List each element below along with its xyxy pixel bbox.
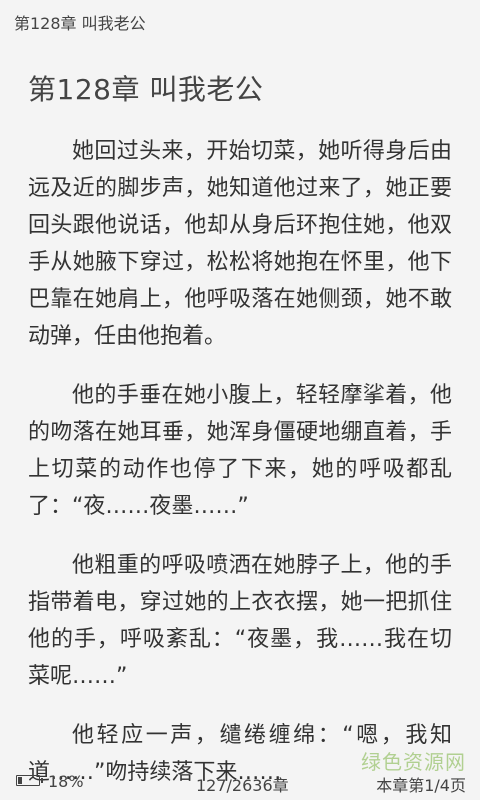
battery-percent: 18% — [48, 772, 84, 791]
page-in-chapter: 本章第1/4页 — [376, 776, 466, 795]
battery-fill — [18, 777, 22, 784]
paragraph: 他粗重的呼吸喷洒在她脖子上，他的手指带着电，穿过她的上衣衣摆，她一把抓住他的手，… — [28, 553, 452, 689]
paragraph: 她回过头来，开始切菜，她听得身后由远及近的脚步声，她知道他过来了，她正要回头跟他… — [28, 139, 452, 349]
battery-icon — [16, 775, 43, 786]
paragraph: 他的手垂在她小腹上，轻轻摩挲着，他的吻落在她耳垂，她浑身僵硬地绷直着，手上切菜的… — [28, 383, 452, 519]
chapter-progress: 127/2636章 — [196, 776, 289, 795]
chapter-title: 第128章 叫我老公 — [28, 73, 264, 106]
chapter-content: 她回过头来，开始切菜，她听得身后由远及近的脚步声，她知道他过来了，她正要回头跟他… — [28, 133, 452, 800]
status-footer: 18% 127/2636章 本章第1/4页 — [0, 770, 480, 800]
reader-page[interactable]: 第128章 叫我老公 第128章 叫我老公 她回过头来，开始切菜，她听得身后由远… — [0, 0, 480, 800]
header-chapter-label: 第128章 叫我老公 — [14, 14, 146, 33]
